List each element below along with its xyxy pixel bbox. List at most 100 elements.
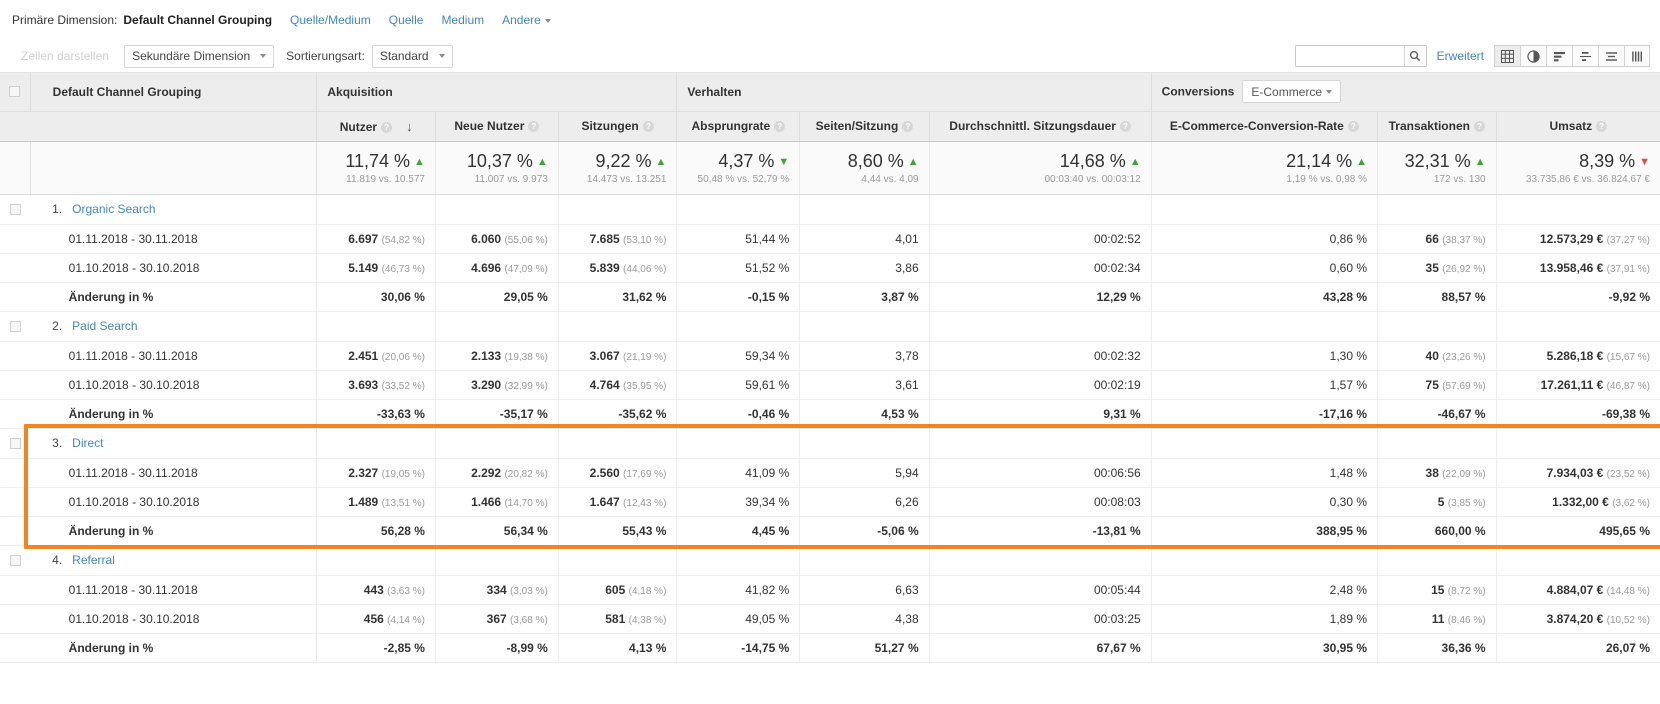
metric-cell: 1.489 (13,51 %) bbox=[317, 487, 436, 516]
metric-cell: 4.696 (47,09 %) bbox=[435, 253, 558, 282]
metric-cell: 29,05 % bbox=[435, 282, 558, 311]
row-checkbox[interactable] bbox=[10, 204, 21, 215]
metric-cell: -46,67 % bbox=[1378, 399, 1497, 428]
column-header-durchschnittl-sitzungsdauer[interactable]: Durchschnittl. Sitzungsdauer? bbox=[929, 111, 1151, 141]
sort-type-select[interactable]: Standard bbox=[372, 45, 453, 68]
metric-value: 1.332,00 € bbox=[1552, 495, 1609, 509]
metric-value: 3,61 bbox=[895, 378, 918, 392]
period-row: 01.11.2018 - 30.11.20182.327 (19,05 %)2.… bbox=[0, 458, 1660, 487]
metric-cell: 43,28 % bbox=[1151, 282, 1377, 311]
chevron-down-icon bbox=[1326, 90, 1332, 94]
performance-view-icon-button[interactable] bbox=[1624, 45, 1650, 67]
dimension-link-quelle[interactable]: Quelle bbox=[389, 13, 424, 27]
dimension-link-quelle-medium[interactable]: Quelle/Medium bbox=[290, 13, 371, 27]
summary-metric-cell: 21,14 %▲1,19 % vs. 0,98 % bbox=[1151, 141, 1377, 194]
column-header-umsatz[interactable]: Umsatz? bbox=[1496, 111, 1660, 141]
metric-cell: 2.327 (19,05 %) bbox=[317, 458, 436, 487]
period-row: 01.10.2018 - 30.10.20185.149 (46,73 %)4.… bbox=[0, 253, 1660, 282]
chevron-down-icon bbox=[260, 54, 266, 58]
share-percentage: (35,95 %) bbox=[623, 381, 666, 392]
row-checkbox-cell[interactable] bbox=[0, 545, 30, 575]
row-number: 3. bbox=[52, 436, 72, 450]
summary-metric-cell: 14,68 %▲00:03:40 vs. 00:03:12 bbox=[929, 141, 1151, 194]
row-checkbox[interactable] bbox=[10, 555, 21, 566]
bar-chart-view-icon-button[interactable] bbox=[1546, 45, 1572, 67]
row-checkbox-cell[interactable] bbox=[0, 194, 30, 224]
metric-value: 0,30 % bbox=[1330, 495, 1367, 509]
metric-cell: 66 (38,37 %) bbox=[1378, 224, 1497, 253]
help-icon[interactable]: ? bbox=[1120, 121, 1131, 132]
sidebar-item-direct[interactable]: Direct bbox=[72, 436, 103, 450]
help-icon[interactable]: ? bbox=[381, 122, 392, 133]
channel-group-empty-cell bbox=[929, 194, 1151, 224]
metric-value: -0,15 % bbox=[748, 290, 789, 304]
help-icon[interactable]: ? bbox=[902, 121, 913, 132]
change-row: Änderung in %-2,85 %-8,99 %4,13 %-14,75 … bbox=[0, 633, 1660, 662]
metric-value: 3,87 % bbox=[881, 290, 918, 304]
summary-metric-value: 32,31 %▲ bbox=[1378, 151, 1486, 172]
metric-value: 66 bbox=[1426, 232, 1439, 246]
metric-cell: 388,95 % bbox=[1151, 516, 1377, 545]
column-header-seiten-sitzung[interactable]: Seiten/Sitzung? bbox=[800, 111, 929, 141]
search-box[interactable] bbox=[1295, 45, 1427, 67]
conversions-type-select[interactable]: E-Commerce bbox=[1242, 80, 1341, 103]
metric-cell: 35 (26,92 %) bbox=[1378, 253, 1497, 282]
dimension-link-andere[interactable]: Andere bbox=[502, 13, 551, 27]
row-checkbox[interactable] bbox=[10, 438, 21, 449]
table-view-icon-button[interactable] bbox=[1494, 45, 1520, 67]
advanced-link[interactable]: Erweitert bbox=[1437, 49, 1484, 63]
row-checkbox-cell[interactable] bbox=[0, 311, 30, 341]
metric-value: 1,89 % bbox=[1330, 612, 1367, 626]
channel-group-empty-cell bbox=[317, 545, 436, 575]
sort-direction-icon[interactable]: ↓ bbox=[406, 119, 413, 134]
column-header-transaktionen[interactable]: Transaktionen? bbox=[1378, 111, 1497, 141]
metric-cell: 3,87 % bbox=[800, 282, 929, 311]
search-input[interactable] bbox=[1296, 46, 1404, 66]
column-header-neue-nutzer[interactable]: Neue Nutzer? bbox=[435, 111, 558, 141]
select-all-cell[interactable] bbox=[0, 73, 30, 111]
summary-metric-cell: 4,37 %▼50,48 % vs. 52,79 % bbox=[677, 141, 800, 194]
period-label-cell: Änderung in % bbox=[30, 399, 317, 428]
sidebar-item-referral[interactable]: Referral bbox=[72, 553, 115, 567]
metric-cell: -2,85 % bbox=[317, 633, 436, 662]
metric-value: 49,05 % bbox=[745, 612, 789, 626]
metric-cell: 2.560 (17,69 %) bbox=[558, 458, 677, 487]
help-icon[interactable]: ? bbox=[643, 121, 654, 132]
row-checkbox[interactable] bbox=[10, 321, 21, 332]
column-header-absprungrate[interactable]: Absprungrate? bbox=[677, 111, 800, 141]
period-label-cell: 01.10.2018 - 30.10.2018 bbox=[30, 370, 317, 399]
help-icon[interactable]: ? bbox=[1474, 121, 1485, 132]
search-button[interactable] bbox=[1404, 46, 1426, 66]
column-header-nutzer[interactable]: Nutzer?↓ bbox=[317, 111, 436, 141]
help-icon[interactable]: ? bbox=[1596, 121, 1607, 132]
metric-value: 51,52 % bbox=[745, 261, 789, 275]
pivot-view-icon-button[interactable] bbox=[1598, 45, 1624, 67]
help-icon[interactable]: ? bbox=[528, 121, 539, 132]
metric-value: 2,48 % bbox=[1330, 583, 1367, 597]
metric-cell: 334 (3,03 %) bbox=[435, 575, 558, 604]
column-header-sitzungen[interactable]: Sitzungen? bbox=[558, 111, 677, 141]
pie-chart-view-icon-button[interactable] bbox=[1520, 45, 1546, 67]
metric-value: 00:03:25 bbox=[1094, 612, 1141, 626]
help-icon[interactable]: ? bbox=[1348, 121, 1359, 132]
metric-value: 56,28 % bbox=[381, 524, 425, 538]
primary-dimension-active[interactable]: Default Channel Grouping bbox=[123, 13, 272, 27]
dimension-column-header[interactable]: Default Channel Grouping bbox=[30, 73, 317, 111]
metric-cell: 56,34 % bbox=[435, 516, 558, 545]
metric-value: -46,67 % bbox=[1438, 407, 1486, 421]
dimension-link-andere-label: Andere bbox=[502, 13, 541, 27]
comparison-view-icon-button[interactable] bbox=[1572, 45, 1598, 67]
sidebar-item-organic-search[interactable]: Organic Search bbox=[72, 202, 155, 216]
metric-cell: -14,75 % bbox=[677, 633, 800, 662]
sidebar-item-paid-search[interactable]: Paid Search bbox=[72, 319, 137, 333]
column-header-e-commerce-conversion-rate[interactable]: E-Commerce-Conversion-Rate? bbox=[1151, 111, 1377, 141]
secondary-dimension-select[interactable]: Sekundäre Dimension bbox=[124, 45, 274, 68]
period-label-cell: 01.11.2018 - 30.11.2018 bbox=[30, 341, 317, 370]
metric-value: 1.647 bbox=[590, 495, 620, 509]
row-checkbox-cell[interactable] bbox=[0, 428, 30, 458]
dimension-link-medium[interactable]: Medium bbox=[441, 13, 484, 27]
share-percentage: (23,52 %) bbox=[1607, 469, 1650, 480]
select-all-checkbox[interactable] bbox=[9, 86, 20, 97]
metric-cell: 1.647 (12,43 %) bbox=[558, 487, 677, 516]
help-icon[interactable]: ? bbox=[774, 121, 785, 132]
